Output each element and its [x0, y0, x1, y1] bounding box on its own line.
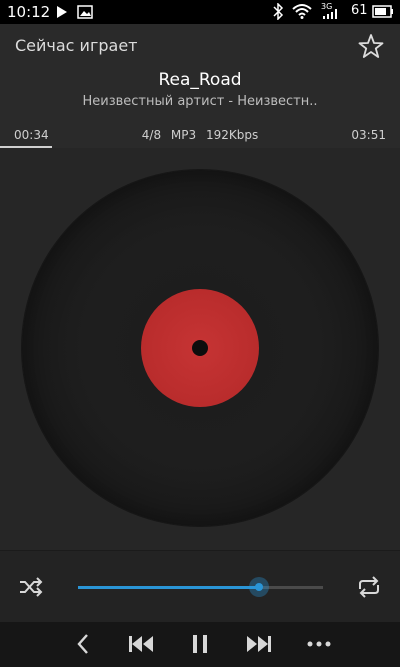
vinyl-hole	[192, 340, 208, 356]
signal-icon	[323, 9, 337, 19]
seek-thumb[interactable]	[249, 577, 270, 597]
controls-bar	[0, 550, 400, 623]
previous-icon[interactable]	[128, 635, 154, 653]
battery-icon	[372, 5, 393, 18]
repeat-icon[interactable]	[356, 575, 382, 599]
seek-fill	[78, 586, 260, 589]
playback-bar	[0, 622, 400, 667]
star-icon[interactable]	[357, 32, 385, 60]
header: Сейчас играет	[0, 24, 400, 68]
vinyl-area	[0, 148, 400, 550]
seek-bar[interactable]	[78, 577, 323, 597]
status-time: 10:12	[7, 3, 51, 21]
vinyl-disc	[22, 170, 378, 526]
play-indicator-icon	[57, 6, 67, 18]
pause-icon[interactable]	[190, 634, 210, 654]
shuffle-icon[interactable]	[18, 575, 44, 599]
file-format: MP3	[170, 128, 197, 142]
vinyl-label	[141, 289, 259, 407]
track-artist-album: Неизвестный артист - Неизвестн..	[82, 94, 318, 109]
back-icon[interactable]	[74, 632, 92, 656]
bitrate: 192Kbps	[205, 128, 259, 142]
track-meta: 00:34 4/8 MP3 192Kbps 03:51	[0, 120, 400, 148]
track-info: Rea_Road Неизвестный артист - Неизвестн.…	[0, 68, 400, 120]
bluetooth-icon	[273, 3, 284, 20]
next-icon[interactable]	[246, 635, 272, 653]
page-title: Сейчас играет	[15, 36, 138, 55]
status-bar: 10:12 3G 61	[0, 0, 400, 24]
track-details: 4/8 MP3 192Kbps	[0, 128, 400, 142]
queue-position: 4/8	[141, 128, 162, 142]
total-duration: 03:51	[351, 128, 386, 142]
track-title: Rea_Road	[158, 70, 242, 90]
more-icon[interactable]	[307, 641, 331, 647]
wifi-icon	[292, 4, 312, 19]
battery-level: 61	[351, 3, 368, 18]
image-icon	[77, 5, 93, 19]
